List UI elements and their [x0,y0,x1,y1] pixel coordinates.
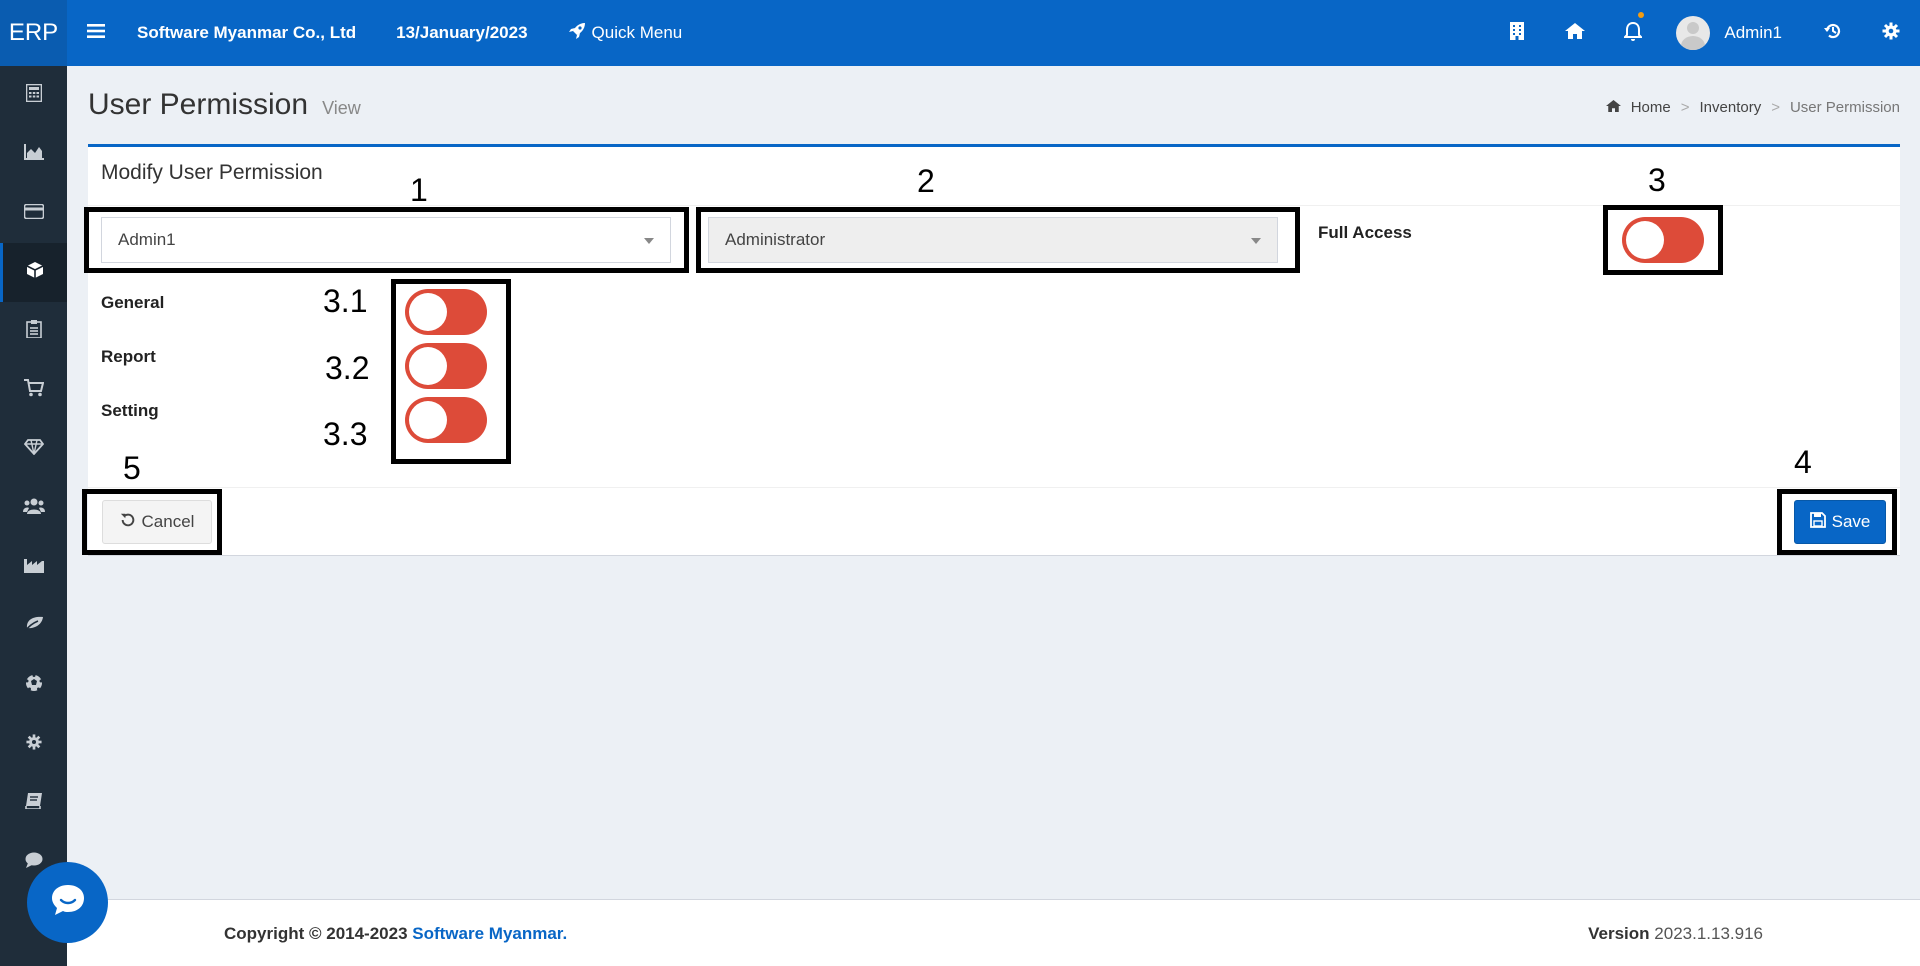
annotation-frame-4 [1777,489,1897,555]
annotation-label-3: 3 [1648,162,1666,198]
annotation-label-5: 5 [123,450,141,486]
area-chart-icon [23,144,44,165]
comment-icon [25,852,43,873]
settings-button[interactable] [1862,0,1920,66]
building-button[interactable] [1488,0,1546,66]
breadcrumb-inventory[interactable]: Inventory [1700,99,1762,116]
sidebar-toggle-button[interactable] [67,23,125,44]
page-title: User Permission View [88,88,361,122]
sidebar-item-premium[interactable] [0,420,67,479]
diamond-icon [23,439,44,460]
page-title-text: User Permission [88,88,309,121]
annotation-frame-3-sub [391,279,511,464]
box-title: Modify User Permission [101,161,323,184]
avatar [1676,16,1711,50]
users-icon [22,498,45,519]
version-label: Version [1588,924,1650,943]
cart-icon [23,379,44,402]
sidebar-item-eco[interactable] [0,597,67,656]
annotation-frame-5 [82,489,222,555]
sidebar-item-clipboard[interactable] [0,302,67,361]
sidebar-item-sales[interactable] [0,361,67,420]
home-button[interactable] [1546,0,1604,66]
breadcrumb: Home > Inventory > User Permission [1605,99,1900,116]
setting-label: Setting [101,401,159,420]
breadcrumb-home[interactable]: Home [1631,99,1671,116]
top-right-actions: Admin1 [1488,0,1920,66]
quick-menu-link[interactable]: Quick Menu [568,22,683,45]
sidebar [0,66,67,966]
sidebar-item-sports[interactable] [0,656,67,715]
home-icon [1565,22,1586,44]
sidebar-item-settings[interactable] [0,715,67,774]
user-menu[interactable]: Admin1 [1662,16,1804,50]
sidebar-item-production[interactable] [0,538,67,597]
annotation-label-3-1: 3.1 [323,283,368,319]
report-label: Report [101,347,156,366]
history-button[interactable] [1804,0,1862,66]
sidebar-item-users[interactable] [0,479,67,538]
futbol-icon [25,674,43,697]
quick-menu-label: Quick Menu [591,23,683,42]
annotation-label-2: 2 [917,163,935,199]
general-label: General [101,293,165,312]
current-date: 13/January/2023 [396,23,528,42]
permission-form-box: Modify User Permission Admin1 1 Administ… [82,144,1900,556]
gear-icon [25,734,42,755]
brand-logo[interactable]: ERP [0,0,67,66]
sidebar-item-payment[interactable] [0,184,67,243]
breadcrumb-current: User Permission [1789,99,1900,116]
breadcrumb-separator: > [1771,99,1780,116]
industry-icon [23,557,44,578]
company-name: Software Myanmar Co., Ltd [137,23,357,42]
company-link[interactable]: Software Myanmar. [412,924,567,943]
chat-widget-button[interactable] [27,862,108,943]
annotation-frame-2 [696,207,1300,273]
annotation-frame-3 [1603,205,1723,275]
copyright: Copyright © 2014-2023 Software Myanmar. [224,924,567,944]
menu-icon [87,23,105,44]
box-footer-divider [88,487,1900,488]
notification-dot [1638,12,1645,18]
chat-bubble-icon [49,882,87,923]
page-subtitle: View [322,98,361,118]
building-icon [1510,21,1525,45]
annotation-frame-1 [84,207,689,273]
page-footer: Copyright © 2014-2023 Software Myanmar. … [67,899,1920,966]
sidebar-item-inventory[interactable] [0,243,67,302]
sidebar-item-reports-chart[interactable] [0,125,67,184]
clipboard-icon [25,320,42,343]
cube-icon [26,261,44,284]
calculator-icon [25,83,42,107]
user-name: Admin1 [1724,23,1782,42]
leaf-icon [23,616,44,637]
bell-icon [1622,21,1644,46]
copyright-text: Copyright © 2014-2023 [224,924,413,943]
history-icon [1824,22,1842,45]
full-access-label: Full Access [1318,223,1412,242]
annotation-label-3-3: 3.3 [323,416,368,452]
version-info: Version 2023.1.13.916 [1588,924,1763,944]
notifications-button[interactable] [1604,0,1662,66]
gear-icon [1882,22,1900,45]
sidebar-item-calculator[interactable] [0,66,67,125]
sidebar-item-docs[interactable] [0,774,67,833]
home-icon [1605,99,1621,116]
version-number: 2023.1.13.916 [1654,924,1763,943]
top-navbar: ERP Software Myanmar Co., Ltd 13/January… [0,0,1920,66]
breadcrumb-separator: > [1680,99,1690,116]
book-icon [24,793,43,814]
annotation-label-3-2: 3.2 [325,350,370,386]
annotation-label-1: 1 [410,172,428,208]
rocket-icon [568,22,586,45]
credit-card-icon [23,203,44,224]
annotation-label-4: 4 [1794,444,1812,480]
